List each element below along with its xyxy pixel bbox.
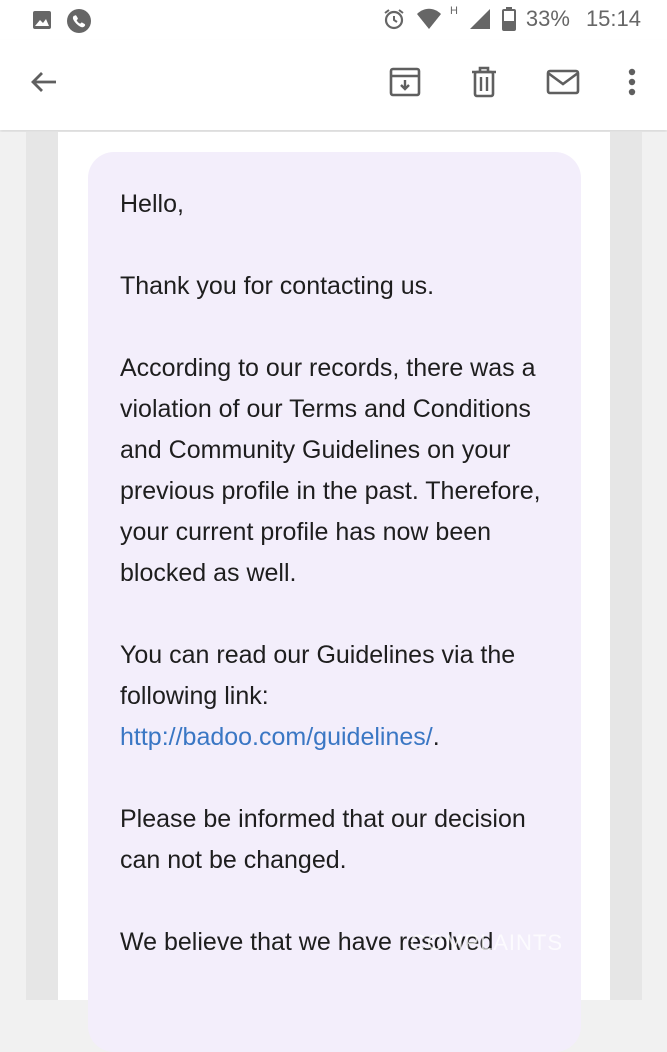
more-vert-icon: [627, 67, 637, 102]
status-bar-right: H 33% 15:14: [382, 5, 641, 32]
guidelines-suffix: .: [432, 723, 440, 751]
status-bar: H 33% 15:14: [0, 0, 667, 40]
signal-icon: [468, 7, 492, 31]
network-type: H: [449, 5, 458, 17]
back-arrow-icon: [29, 67, 59, 102]
delete-button[interactable]: [464, 64, 504, 104]
wifi-icon: [416, 7, 441, 31]
phone-call-icon: [66, 8, 91, 33]
battery-icon: [501, 7, 516, 31]
right-gutter: [610, 132, 642, 1000]
back-button[interactable]: [24, 64, 64, 104]
guidelines-text: You can read our Guidelines via the foll…: [120, 641, 516, 710]
more-options-button[interactable]: [612, 64, 652, 104]
paragraph-thanks: Thank you for contacting us.: [120, 272, 435, 300]
left-gutter: [26, 132, 58, 1000]
clock: 15:14: [585, 6, 641, 31]
status-bar-left: [30, 8, 91, 33]
archive-button[interactable]: [385, 64, 425, 104]
watermark: COMPLAINTS: [410, 930, 564, 955]
battery-level: 33%: [525, 6, 570, 31]
gallery-icon: [30, 8, 54, 32]
paragraph-violation: According to our records, there was a vi…: [120, 354, 541, 587]
mark-unread-button[interactable]: [543, 64, 583, 104]
guidelines-link[interactable]: http://badoo.com/guidelines/: [120, 723, 433, 751]
greeting: Hello,: [120, 190, 184, 218]
alarm-icon: [382, 7, 406, 31]
mail-icon: [546, 69, 580, 100]
mail-toolbar: [0, 40, 667, 130]
trash-icon: [470, 66, 498, 103]
archive-icon: [389, 67, 421, 102]
paragraph-guidelines: You can read our Guidelines via the foll…: [120, 635, 570, 758]
email-body[interactable]: Hello, Thank you for contacting us. Acco…: [120, 184, 570, 1004]
paragraph-decision: Please be informed that our decision can…: [120, 805, 526, 874]
